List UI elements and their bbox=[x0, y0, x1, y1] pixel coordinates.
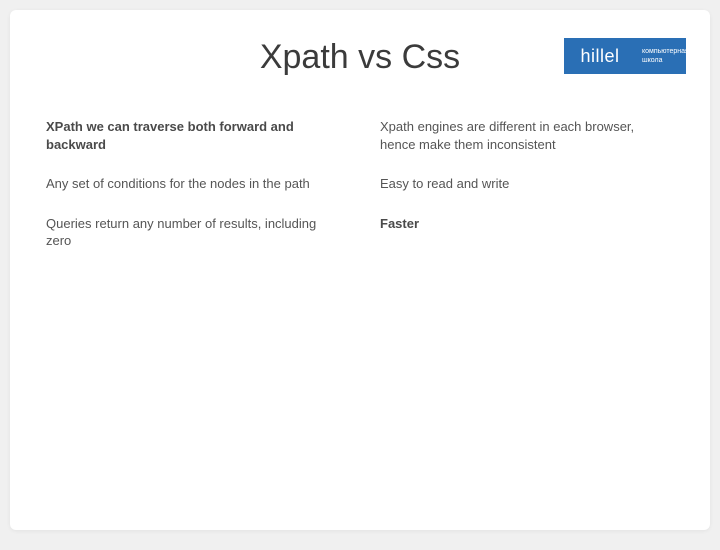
slide: Xpath vs Css hillel компьютерная школа X… bbox=[10, 10, 710, 530]
right-column: Xpath engines are different in each brow… bbox=[380, 118, 674, 272]
right-item-1: Xpath engines are different in each brow… bbox=[380, 118, 660, 153]
right-item-2: Easy to read and write bbox=[380, 175, 660, 193]
logo-text-sub: компьютерная школа bbox=[636, 47, 689, 65]
logo-sub-line2: школа bbox=[642, 56, 689, 65]
content-columns: XPath we can traverse both forward and b… bbox=[46, 118, 674, 272]
left-column: XPath we can traverse both forward and b… bbox=[46, 118, 340, 272]
left-item-3: Queries return any number of results, in… bbox=[46, 215, 326, 250]
left-item-2: Any set of conditions for the nodes in t… bbox=[46, 175, 326, 193]
logo-sub-line1: компьютерная bbox=[642, 47, 689, 56]
logo-text-main: hillel bbox=[564, 46, 636, 67]
logo-badge: hillel компьютерная школа bbox=[564, 38, 686, 74]
right-item-3: Faster bbox=[380, 215, 660, 233]
left-item-1: XPath we can traverse both forward and b… bbox=[46, 118, 326, 153]
